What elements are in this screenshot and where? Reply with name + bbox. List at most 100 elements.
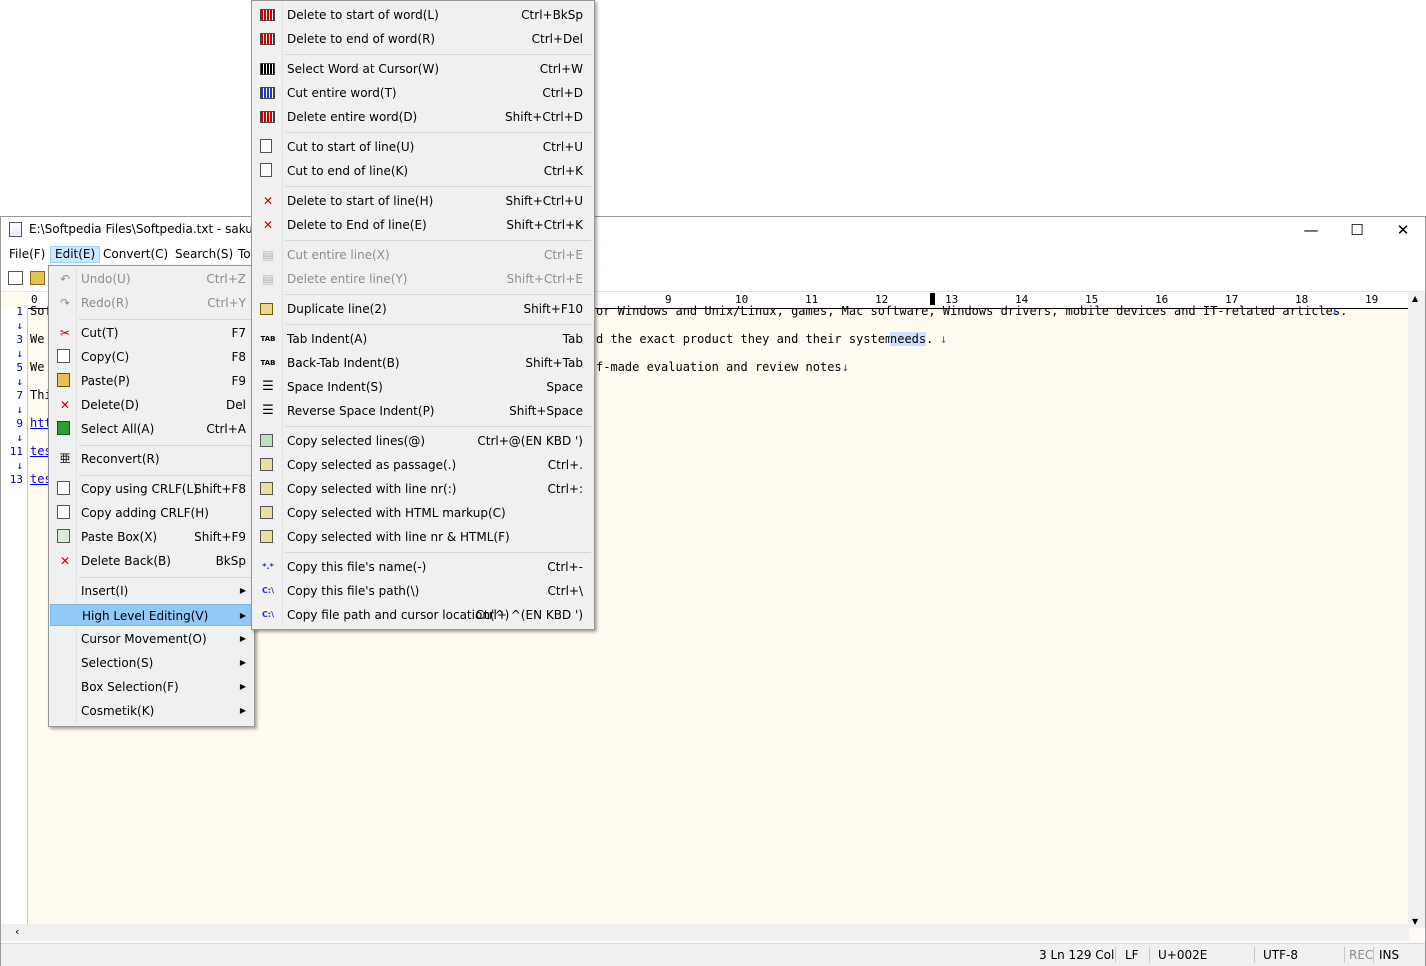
menu-item-copy-selected-with-line-nr-html[interactable]: Copy selected with line nr & HTML(F) xyxy=(254,526,592,548)
cut-line-icon: ▤ xyxy=(262,248,274,262)
menu-separator xyxy=(285,552,591,553)
menu-item-select-all[interactable]: Select All(A) Ctrl+A xyxy=(51,418,252,440)
menu-item-insert[interactable]: Insert(I) ▶ xyxy=(51,580,252,602)
insert-mode[interactable]: INS xyxy=(1379,948,1399,962)
menu-search[interactable]: Search(S) xyxy=(171,246,237,263)
maximize-button[interactable]: ☐ xyxy=(1334,217,1380,243)
menu-item-space-indent[interactable]: ☰ Space Indent(S) Space xyxy=(254,376,592,398)
menu-file[interactable]: File(F) xyxy=(5,246,49,263)
menu-item-reverse-space-indent[interactable]: ☰ Reverse Space Indent(P) Shift+Space xyxy=(254,400,592,422)
status-divider xyxy=(1373,947,1374,963)
undo-icon: ↶ xyxy=(59,272,71,286)
menu-item-delete-to-end-of-line[interactable]: ✕ Delete to End of line(E) Shift+Ctrl+K xyxy=(254,214,592,236)
menu-item-paste[interactable]: Paste(P) F9 xyxy=(51,370,252,392)
app-icon xyxy=(9,222,22,237)
menu-item-cut-to-end-of-line[interactable]: Cut to end of line(K) Ctrl+K xyxy=(254,160,592,182)
menu-item-copy-selected-lines[interactable]: Copy selected lines(@) Ctrl+@(EN KBD ') xyxy=(254,430,592,452)
line-number-gutter: 1 ↓ 3 ↓ 5 ↓ 7 ↓ 9 ↓ 11 ↓ 13 xyxy=(1,305,28,929)
selected-text: needs xyxy=(890,332,927,346)
menu-separator xyxy=(285,294,591,295)
menu-item-cursor-movement[interactable]: Cursor Movement(O) ▶ xyxy=(51,628,252,650)
menu-item-copy-selected-with-html[interactable]: Copy selected with HTML markup(C) xyxy=(254,502,592,524)
cut-word-icon xyxy=(260,87,275,99)
menu-convert[interactable]: Convert(C) xyxy=(99,246,172,263)
paste-icon xyxy=(57,373,70,387)
menu-item-high-level-editing[interactable]: High Level Editing(V) ▶ xyxy=(50,604,253,626)
minimize-button[interactable]: — xyxy=(1288,217,1334,243)
menu-bar: File(F) Edit(E) Convert(C) Search(S) To xyxy=(1,244,1425,264)
menu-item-selection[interactable]: Selection(S) ▶ xyxy=(51,652,252,674)
menu-item-delete-back[interactable]: ✕ Delete Back(B) BkSp xyxy=(51,550,252,572)
menu-item-cut-entire-word[interactable]: Cut entire word(T) Ctrl+D xyxy=(254,82,592,104)
menu-item-copy-file-name[interactable]: *.* Copy this file's name(-) Ctrl+- xyxy=(254,556,592,578)
submenu-arrow-icon: ▶ xyxy=(239,706,246,715)
menu-item-delete-to-end-of-word[interactable]: Delete to end of word(R) Ctrl+Del xyxy=(254,28,592,50)
text-line-1: or Windows and Unix/Linux, games, Mac so… xyxy=(596,304,1348,318)
menu-item-delete-to-start-of-line[interactable]: ✕ Delete to start of line(H) Shift+Ctrl+U xyxy=(254,190,592,212)
high-level-editing-menu: Delete to start of word(L) Ctrl+BkSp Dele… xyxy=(251,0,595,630)
reverse-space-indent-icon: ☰ xyxy=(262,403,274,418)
menu-item-delete-entire-line[interactable]: ▤ Delete entire line(Y) Shift+Ctrl+E xyxy=(254,268,592,290)
text-line-5-start: We xyxy=(30,360,45,374)
menu-item-cut-entire-line[interactable]: ▤ Cut entire line(X) Ctrl+E xyxy=(254,244,592,266)
select-all-icon xyxy=(57,421,70,435)
close-button[interactable]: ✕ xyxy=(1380,217,1426,243)
menu-item-copy-adding-crlf[interactable]: Copy adding CRLF(H) xyxy=(51,502,252,524)
menu-item-paste-box[interactable]: Paste Box(X) Shift+F9 xyxy=(51,526,252,548)
line-number: 1 xyxy=(16,305,23,318)
ruler-mark: 19 xyxy=(1365,293,1379,306)
wrap-marker: ↓ xyxy=(16,375,23,388)
copy-icon xyxy=(57,349,70,363)
menu-item-redo[interactable]: ↷ Redo(R) Ctrl+Y xyxy=(51,292,252,314)
horizontal-scrollbar[interactable]: ‹ xyxy=(1,924,1409,941)
duplicate-line-icon xyxy=(260,303,273,315)
encoding[interactable]: UTF-8 xyxy=(1263,948,1298,962)
scroll-up-icon[interactable]: ▲ xyxy=(1412,294,1418,303)
menu-edit[interactable]: Edit(E) xyxy=(50,246,101,263)
menu-item-undo[interactable]: ↶ Undo(U) Ctrl+Z xyxy=(51,268,252,290)
menu-item-delete[interactable]: ✕ Delete(D) Del xyxy=(51,394,252,416)
menu-item-cosmetik[interactable]: Cosmetik(K) ▶ xyxy=(51,700,252,722)
menu-item-duplicate-line[interactable]: Duplicate line(2) Shift+F10 xyxy=(254,298,592,320)
menu-item-copy-file-path[interactable]: C:\ Copy this file's path(\) Ctrl+\ xyxy=(254,580,592,602)
menu-item-back-tab-indent[interactable]: TAB Back-Tab Indent(B) Shift+Tab xyxy=(254,352,592,374)
copy-path-location-icon: C:\ xyxy=(262,610,274,619)
delete-line-end-icon: ✕ xyxy=(262,218,274,232)
menu-item-select-word-at-cursor[interactable]: Select Word at Cursor(W) Ctrl+W xyxy=(254,58,592,80)
status-divider xyxy=(1254,947,1255,963)
vertical-scrollbar[interactable]: ▲ ▼ xyxy=(1408,292,1425,928)
select-word-icon xyxy=(260,63,275,75)
text-line-3-end: . xyxy=(926,332,934,346)
submenu-arrow-icon: ▶ xyxy=(239,611,246,620)
menu-item-copy[interactable]: Copy(C) F8 xyxy=(51,346,252,368)
scroll-down-icon[interactable]: ▼ xyxy=(1412,917,1418,926)
menu-item-copy-selected-as-passage[interactable]: Copy selected as passage(.) Ctrl+. xyxy=(254,454,592,476)
wrap-marker: ↓ xyxy=(16,347,23,360)
menu-item-cut-to-start-of-line[interactable]: Cut to start of line(U) Ctrl+U xyxy=(254,136,592,158)
eol-type[interactable]: LF xyxy=(1125,948,1139,962)
open-folder-icon[interactable] xyxy=(30,271,45,285)
copy-line-nr-html-icon xyxy=(260,530,273,543)
menu-separator xyxy=(79,319,252,320)
wrap-marker: ↓ xyxy=(16,459,23,472)
menu-item-delete-entire-word[interactable]: Delete entire word(D) Shift+Ctrl+D xyxy=(254,106,592,128)
menu-item-cut[interactable]: ✂ Cut(T) F7 xyxy=(51,322,252,344)
menu-item-copy-file-path-and-cursor[interactable]: C:\ Copy file path and cursor location(^… xyxy=(254,604,592,626)
delete-word-end-icon xyxy=(260,33,275,45)
new-file-icon[interactable] xyxy=(8,271,23,285)
menu-item-reconvert[interactable]: 亜 Reconvert(R) xyxy=(51,448,252,470)
submenu-arrow-icon: ▶ xyxy=(239,586,246,595)
menu-item-copy-crlf[interactable]: Copy using CRLF(L) Shift+F8 xyxy=(51,478,252,500)
menu-item-box-selection[interactable]: Box Selection(F) ▶ xyxy=(51,676,252,698)
menu-item-delete-to-start-of-word[interactable]: Delete to start of word(L) Ctrl+BkSp xyxy=(254,4,592,26)
menu-item-tab-indent[interactable]: TAB Tab Indent(A) Tab xyxy=(254,328,592,350)
scroll-left-icon[interactable]: ‹ xyxy=(15,925,19,938)
text-line-3: d the exact product they and their syste… xyxy=(596,332,900,346)
back-tab-indent-icon: TAB xyxy=(260,359,276,367)
wrap-marker: ↓ xyxy=(16,431,23,444)
delete-word-start-icon xyxy=(260,9,275,21)
wrap-marker: ↓ xyxy=(16,403,23,416)
menu-item-copy-selected-with-line-nr[interactable]: Copy selected with line nr(:) Ctrl+: xyxy=(254,478,592,500)
line-number: 11 xyxy=(9,445,23,458)
reconvert-icon: 亜 xyxy=(59,452,71,465)
